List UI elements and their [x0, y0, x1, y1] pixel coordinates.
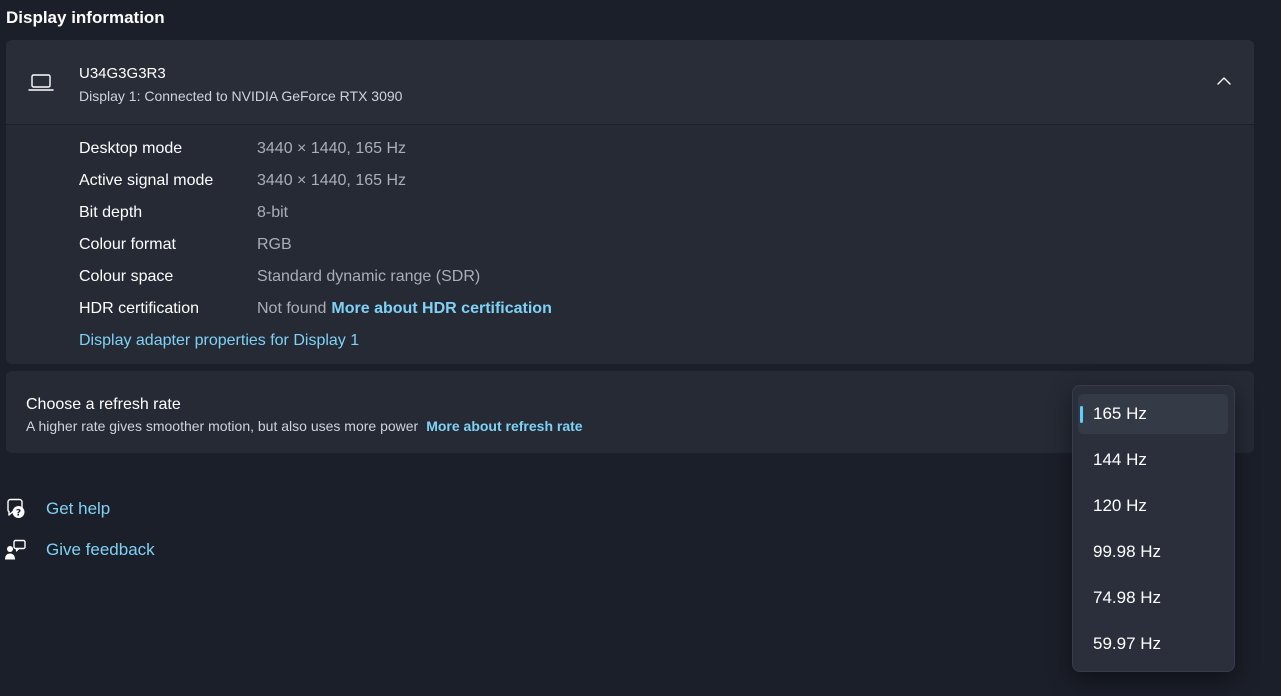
info-value: 3440 × 1440, 165 Hz: [257, 172, 407, 189]
selection-indicator: [1080, 406, 1083, 423]
hdr-certification-link[interactable]: More about HDR certification: [331, 300, 551, 317]
give-feedback-link[interactable]: Give feedback: [4, 539, 164, 563]
display-connection-subtitle: Display 1: Connected to NVIDIA GeForce R…: [79, 88, 403, 104]
section-title: Display information: [6, 8, 165, 27]
refresh-rate-dropdown[interactable]: 165 Hz 144 Hz 120 Hz 99.98 Hz 74.98 Hz 5…: [1072, 385, 1235, 672]
laptop-icon: [28, 74, 54, 91]
refresh-rate-title: Choose a refresh rate: [26, 396, 181, 413]
option-label: 120 Hz: [1093, 496, 1147, 515]
option-label: 74.98 Hz: [1093, 588, 1162, 607]
info-value: RGB: [257, 236, 292, 253]
refresh-rate-option-99-98[interactable]: 99.98 Hz: [1078, 532, 1228, 572]
info-value-group: Not found More about HDR certification: [257, 299, 552, 319]
option-label: 144 Hz: [1093, 450, 1147, 469]
refresh-rate-option-59-97[interactable]: 59.97 Hz: [1078, 624, 1228, 664]
display-name: U34G3G3R3: [79, 65, 166, 82]
option-label: 165 Hz: [1093, 404, 1147, 423]
refresh-rate-card: Choose a refresh rate A higher rate give…: [6, 371, 1254, 453]
info-value: Standard dynamic range (SDR): [257, 268, 481, 285]
refresh-rate-option-120[interactable]: 120 Hz: [1078, 486, 1228, 526]
refresh-rate-option-74-98[interactable]: 74.98 Hz: [1078, 578, 1228, 618]
refresh-rate-link[interactable]: More about refresh rate: [426, 418, 582, 434]
refresh-rate-description-group: A higher rate gives smoother motion, but…: [26, 418, 583, 434]
display-info-card: U34G3G3R3 Display 1: Connected to NVIDIA…: [6, 40, 1254, 364]
help-chat-icon: ?: [7, 498, 25, 519]
info-label: Bit depth: [79, 204, 143, 221]
option-label: 99.98 Hz: [1093, 542, 1162, 561]
info-label: Active signal mode: [79, 172, 214, 189]
get-help-link[interactable]: ? Get help: [4, 498, 124, 522]
info-value: 8-bit: [257, 204, 289, 221]
refresh-rate-option-165[interactable]: 165 Hz: [1078, 394, 1228, 434]
info-label: Colour format: [79, 236, 176, 253]
info-label: Desktop mode: [79, 140, 183, 157]
feedback-person-icon: [5, 539, 26, 560]
svg-text:?: ?: [16, 509, 21, 519]
display-adapter-properties-link[interactable]: Display adapter properties for Display 1: [79, 332, 359, 350]
display-header[interactable]: U34G3G3R3 Display 1: Connected to NVIDIA…: [6, 40, 1254, 125]
give-feedback-label: Give feedback: [46, 540, 155, 559]
info-value: Not found: [257, 300, 327, 317]
refresh-rate-description: A higher rate gives smoother motion, but…: [26, 418, 419, 434]
refresh-rate-option-144[interactable]: 144 Hz: [1078, 440, 1228, 480]
info-value: 3440 × 1440, 165 Hz: [257, 140, 407, 157]
option-label: 59.97 Hz: [1093, 634, 1162, 653]
get-help-label: Get help: [46, 499, 111, 518]
info-label: HDR certification: [79, 300, 200, 317]
info-label: Colour space: [79, 268, 174, 285]
chevron-up-icon[interactable]: [1216, 73, 1232, 89]
